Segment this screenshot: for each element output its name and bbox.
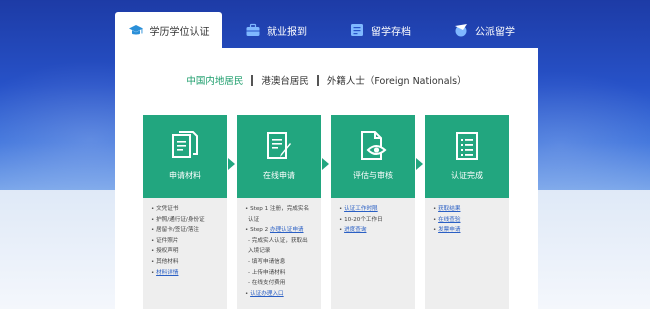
document-eye-icon: [358, 130, 388, 162]
step-online-application[interactable]: 在线申请: [237, 115, 321, 211]
residency-option-mainland[interactable]: 中国内地居民: [186, 73, 243, 87]
archive-box-icon: [349, 22, 365, 38]
get-result-link[interactable]: 获取结果: [438, 206, 460, 212]
tab-degree-verification[interactable]: 学历学位认证: [115, 12, 222, 48]
list-item: • 其他材料: [151, 258, 179, 265]
list-item: • 认证工作时限: [339, 206, 378, 212]
tab-label: 学历学位认证: [149, 26, 210, 38]
list-item: • 证件照片: [151, 237, 179, 244]
list-item: 认证: [248, 216, 260, 223]
progress-query-link[interactable]: 进度查询: [344, 227, 366, 233]
step-application-materials[interactable]: 申请材料: [143, 115, 227, 211]
step-label: 在线申请: [263, 171, 295, 180]
briefcase-icon: [245, 22, 261, 38]
list-item: • 材料详情: [151, 269, 179, 276]
list-item: • 10-20个工作日: [339, 216, 383, 223]
checklist-icon: [452, 130, 482, 162]
step-verification-complete[interactable]: 认证完成: [425, 115, 509, 211]
list-item: • 发票申请: [433, 227, 461, 234]
work-time-limit-link[interactable]: 认证工作时限: [344, 206, 378, 212]
airplane-globe-icon: [453, 22, 469, 38]
list-item: • 在线查验: [433, 216, 461, 223]
residency-option-hk-macao-taiwan[interactable]: 港澳台居民: [261, 73, 309, 87]
tab-label: 就业报到: [267, 26, 307, 38]
tab-employment-report[interactable]: 就业报到: [222, 12, 330, 48]
online-verify-link[interactable]: 在线查验: [438, 217, 460, 223]
list-item: • 居留卡/签证/落注: [151, 227, 200, 234]
list-item: - 填写申请信息: [248, 258, 286, 265]
form-edit-icon: [264, 130, 294, 162]
list-item: • 护照/通行证/身份证: [151, 216, 205, 223]
step-evaluation-review[interactable]: 评估与审核: [331, 115, 415, 211]
step-label: 认证完成: [451, 171, 483, 180]
step-prefix: • Step 2: [245, 227, 270, 234]
step-label: 评估与审核: [353, 171, 393, 180]
list-item: • 获取结果: [433, 206, 461, 212]
list-item: - 在线支付费用: [248, 280, 286, 287]
tab-government-study-abroad[interactable]: 公派留学: [430, 12, 538, 48]
verification-entry-link[interactable]: 认证办理入口: [250, 291, 284, 297]
step-arrow: [416, 158, 423, 170]
list-item: • 认证办理入口: [245, 290, 284, 297]
tab-label: 留学存档: [371, 26, 411, 38]
list-item: - 上传申请材料: [248, 269, 286, 276]
documents-icon: [170, 130, 200, 162]
process-steps: 申请材料 在线申请 评估与审核 认证完成: [143, 115, 513, 211]
complete-detail-box: • 获取结果 • 在线查验 • 发票申请: [425, 198, 509, 309]
review-detail-box: • 认证工作时限 • 10-20个工作日 • 进度查询: [331, 198, 415, 309]
list-item: • 文凭证书: [151, 206, 179, 212]
list-item: • 进度查询: [339, 227, 367, 234]
step-arrow: [322, 158, 329, 170]
list-item: • Step 1 注册，完成实名: [245, 206, 310, 212]
list-item: • 授权声明: [151, 248, 179, 255]
list-item: 入境记录: [248, 248, 271, 255]
apply-detail-box: • Step 1 注册，完成实名 认证 • Step 2 办理认证申请 - 完成…: [237, 198, 321, 309]
invoice-application-link[interactable]: 发票申请: [438, 227, 460, 233]
service-tabs: 学历学位认证 就业报到 留学存档 公派留学: [115, 12, 538, 48]
tab-study-abroad-archive[interactable]: 留学存档: [330, 12, 430, 48]
step-arrow: [228, 158, 235, 170]
materials-detail-box: • 文凭证书 • 护照/通行证/身份证 • 居留卡/签证/落注 • 证件照片 •…: [143, 198, 227, 309]
step-label: 申请材料: [169, 171, 201, 180]
graduation-cap-icon: [128, 22, 144, 38]
residency-selector: 中国内地居民 港澳台居民 外籍人士（Foreign Nationals）: [115, 72, 538, 88]
apply-verification-link[interactable]: 办理认证申请: [270, 227, 304, 233]
residency-option-foreign[interactable]: 外籍人士（Foreign Nationals）: [327, 73, 467, 87]
divider: [316, 74, 319, 86]
tab-label: 公派留学: [475, 26, 515, 38]
verification-panel: 中国内地居民 港澳台居民 外籍人士（Foreign Nationals） 申请材…: [115, 48, 538, 309]
list-item: - 完成实人认证，获取出: [248, 237, 308, 244]
materials-details-link[interactable]: 材料详情: [156, 270, 178, 276]
list-item: • Step 2 办理认证申请: [245, 225, 315, 236]
divider: [251, 74, 254, 86]
